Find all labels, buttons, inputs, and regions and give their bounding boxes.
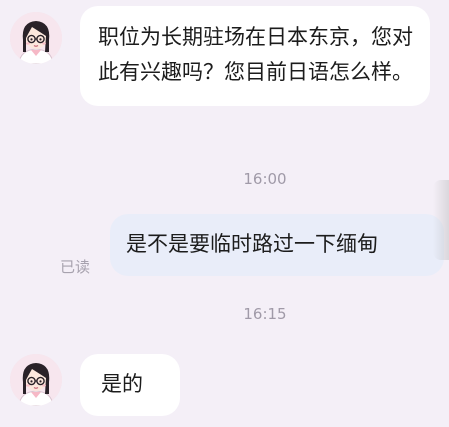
outgoing-message-bubble[interactable]: 是不是要临时路过一下缅甸 bbox=[110, 214, 444, 276]
read-status-label: 已读 bbox=[60, 258, 91, 276]
screen-edge-shadow bbox=[433, 180, 449, 260]
contact-avatar-icon[interactable] bbox=[10, 354, 62, 406]
message-text: 是不是要临时路过一下缅甸 bbox=[126, 232, 378, 256]
incoming-message-bubble[interactable]: 是的 bbox=[80, 354, 180, 416]
girl-with-glasses-icon bbox=[10, 12, 62, 64]
message-text: 是的 bbox=[101, 372, 143, 396]
message-timestamp: 16:00 bbox=[243, 170, 287, 188]
girl-with-glasses-icon bbox=[10, 354, 62, 406]
incoming-message-bubble[interactable]: 职位为长期驻场在日本东京，您对此有兴趣吗？您目前日语怎么样。 bbox=[80, 6, 430, 106]
message-timestamp: 16:15 bbox=[243, 305, 287, 323]
message-text: 职位为长期驻场在日本东京，您对此有兴趣吗？您目前日语怎么样。 bbox=[98, 25, 413, 84]
contact-avatar-icon[interactable] bbox=[10, 12, 62, 64]
chat-message-list[interactable]: 职位为长期驻场在日本东京，您对此有兴趣吗？您目前日语怎么样。 16:00 已读 … bbox=[0, 0, 449, 427]
